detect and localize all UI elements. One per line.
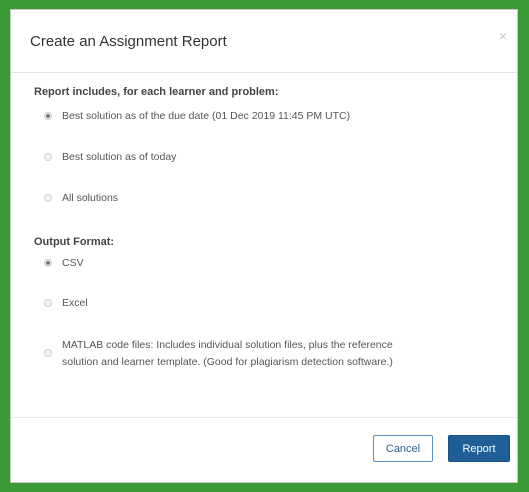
option-excel[interactable]: Excel [44,295,88,312]
option-matlab-files[interactable]: MATLAB code files: Includes individual s… [44,337,393,371]
radio-best-today[interactable] [44,153,52,161]
footer-divider [11,417,517,418]
dialog-header: Create an Assignment Report × [11,10,517,73]
dialog-title: Create an Assignment Report [30,33,227,50]
create-report-dialog: Create an Assignment Report × Report inc… [10,9,518,483]
radio-csv[interactable] [44,259,52,267]
close-icon[interactable]: × [499,28,507,44]
option-all-solutions[interactable]: All solutions [44,190,118,207]
option-csv[interactable]: CSV [44,255,84,272]
report-button[interactable]: Report [448,435,510,462]
option-excel-label: Excel [62,297,88,309]
radio-excel[interactable] [44,299,52,307]
output-format-label: Output Format: [34,236,115,248]
option-matlab-files-line2: solution and learner template. (Good for… [62,356,393,368]
radio-all-solutions[interactable] [44,194,52,202]
option-best-due-date-label: Best solution as of the due date (01 Dec… [62,110,351,122]
option-csv-label: CSV [62,257,84,269]
radio-matlab-files[interactable] [44,349,52,357]
option-all-solutions-label: All solutions [62,192,119,204]
option-best-today[interactable]: Best solution as of today [44,149,176,166]
option-best-today-label: Best solution as of today [62,151,177,163]
radio-best-due-date[interactable] [44,112,52,120]
option-matlab-files-label: MATLAB code files: Includes individual s… [62,337,393,371]
option-best-due-date[interactable]: Best solution as of the due date (01 Dec… [44,108,350,125]
report-includes-label: Report includes, for each learner and pr… [34,86,279,98]
option-matlab-files-line1: MATLAB code files: Includes individual s… [62,339,393,351]
cancel-button[interactable]: Cancel [373,435,433,462]
